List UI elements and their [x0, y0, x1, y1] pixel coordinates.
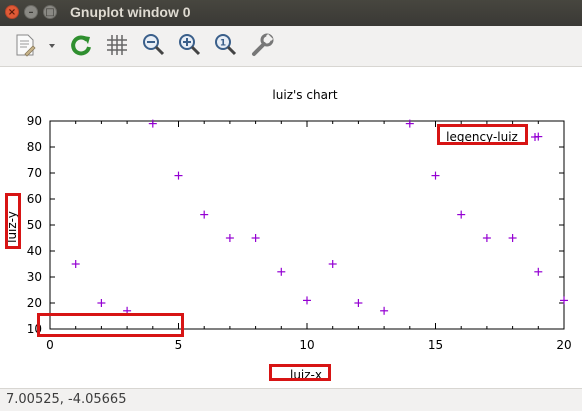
export-icon[interactable]	[12, 32, 38, 58]
title-bar: × – □ Gnuplot window 0	[0, 0, 582, 26]
y-tick-label: 50	[27, 218, 42, 232]
data-point	[225, 234, 234, 242]
maximize-window-button[interactable]: □	[43, 5, 57, 19]
y-tick-label: 90	[27, 114, 42, 128]
x-tick-label: 0	[46, 338, 54, 352]
data-point	[251, 234, 260, 242]
y-tick-label: 70	[27, 166, 42, 180]
data-point	[71, 260, 80, 268]
y-tick-label: 30	[27, 270, 42, 284]
scatter-chart: luiz's chart 1020304050607080900 5 10 15 20 …	[5, 88, 572, 382]
data-point	[380, 306, 389, 315]
data-point	[354, 299, 363, 307]
x-tick-label: 10	[299, 338, 314, 352]
data-point	[174, 171, 183, 180]
close-window-button[interactable]: ×	[5, 5, 19, 19]
x-tick-label: 5	[175, 338, 183, 352]
x-tick-label: 15	[428, 338, 443, 352]
annotation-box-lower-left	[37, 313, 184, 337]
y-tick-label: 60	[27, 192, 42, 206]
plot-area[interactable]: luiz's chart 10 20 30 40 50 60 70 80 90 0 5 10 15 20 …	[0, 67, 582, 388]
status-bar: 7.00525, -4.05665	[0, 388, 582, 411]
data-point	[431, 171, 440, 180]
toolbar: 1	[0, 26, 582, 67]
data-point	[457, 210, 466, 219]
y-tick-label: 20	[27, 296, 42, 310]
annotation-box-legend	[437, 124, 528, 145]
data-point	[482, 234, 491, 242]
minimize-window-button[interactable]: –	[24, 5, 38, 19]
data-point	[97, 299, 106, 307]
x-tick-label: 20	[556, 338, 571, 352]
y-tick-label: 80	[27, 140, 42, 154]
data-point	[200, 210, 209, 219]
data-point	[303, 296, 311, 305]
export-dropdown-chevron-icon[interactable]	[44, 32, 60, 58]
chart-title: luiz's chart	[272, 88, 337, 102]
zoom-reset-icon[interactable]: 1	[212, 32, 238, 58]
data-point	[328, 260, 337, 268]
svg-text:1: 1	[220, 39, 226, 49]
window-title: Gnuplot window 0	[70, 4, 191, 20]
cursor-coordinates: 7.00525, -4.05665	[6, 392, 127, 407]
annotation-box-xlabel	[269, 364, 331, 381]
data-point	[534, 267, 543, 276]
annotation-box-ylabel	[5, 193, 21, 249]
y-tick-label: 40	[27, 244, 42, 258]
data-point	[508, 234, 517, 242]
zoom-in-icon[interactable]	[176, 32, 202, 58]
data-point	[277, 267, 286, 276]
replot-icon[interactable]	[68, 32, 94, 58]
zoom-out-icon[interactable]	[140, 32, 166, 58]
settings-icon[interactable]	[250, 32, 276, 58]
grid-icon[interactable]	[104, 32, 130, 58]
